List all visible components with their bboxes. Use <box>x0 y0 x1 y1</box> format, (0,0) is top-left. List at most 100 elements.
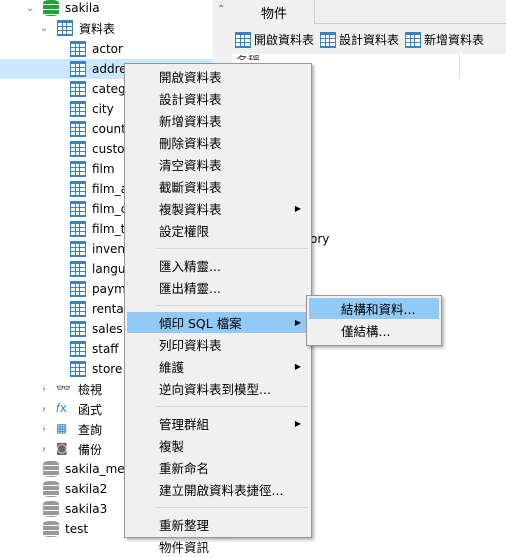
table-icon <box>70 361 86 377</box>
table-icon <box>70 41 86 57</box>
tree-item-label: 檢視 <box>78 382 103 397</box>
menu-separator <box>156 406 308 407</box>
menu-item[interactable]: 刪除資料表 <box>127 132 309 153</box>
menu-separator <box>156 507 308 508</box>
tree-item-label: sakila3 <box>65 502 108 516</box>
collapse-icon[interactable]: ⌃ <box>217 4 225 15</box>
table-icon <box>235 31 251 48</box>
submenu-arrow-icon: ▶ <box>294 318 301 327</box>
chevron-icon[interactable]: › <box>39 384 49 395</box>
table-icon <box>70 201 86 217</box>
menu-item-label: 重新命名 <box>159 461 210 476</box>
backup-icon: ◙ <box>56 441 68 455</box>
menu-item-label: 複製資料表 <box>159 202 222 217</box>
tree-item-label: sales <box>92 322 123 336</box>
menu-item[interactable]: 管理群組 ▶ <box>127 413 309 434</box>
open-table-button[interactable]: 開啟資料表 <box>235 31 314 48</box>
toolbar-label: 開啟資料表 <box>254 33 315 47</box>
table-icon <box>70 141 86 157</box>
submenu-item[interactable]: 結構和資料... <box>309 298 439 319</box>
new-table-button[interactable]: 新增資料表 <box>405 31 484 48</box>
tree-item-table[interactable]: actor <box>0 39 213 59</box>
menu-item-label: 設定權限 <box>159 224 210 239</box>
table-icon <box>70 301 86 317</box>
column-divider[interactable] <box>459 54 460 78</box>
menu-item-label: 維護 <box>159 360 185 375</box>
tree-item-label: sakila <box>65 1 100 15</box>
menu-item-label: 清空資料表 <box>159 158 222 173</box>
toolbar-label: 設計資料表 <box>339 33 400 47</box>
database-icon <box>43 0 59 16</box>
menu-separator <box>156 248 308 249</box>
toolbar: 開啟資料表 設計資料表 新增資料表 <box>235 31 484 48</box>
menu-item-label: 列印資料表 <box>159 338 222 353</box>
menu-item[interactable]: 重新命名 <box>127 457 309 478</box>
chevron-icon[interactable]: › <box>39 424 49 435</box>
menu-item[interactable]: 物件資訊 <box>127 536 309 557</box>
object-name[interactable]: ory <box>310 232 329 246</box>
menu-item-label: 傾印 SQL 檔案 <box>159 316 242 331</box>
menu-item[interactable]: 維護 ▶ <box>127 356 309 377</box>
menu-item[interactable]: 逆向資料表到模型... <box>127 378 309 399</box>
menu-item[interactable]: 開啟資料表 <box>127 66 309 87</box>
table-icon <box>70 61 86 77</box>
menu-item-label: 逆向資料表到模型... <box>159 382 271 397</box>
menu-item[interactable]: 複製 <box>127 435 309 456</box>
table-icon <box>70 321 86 337</box>
tree-item-label: film <box>92 162 115 176</box>
table-icon <box>405 31 422 48</box>
table-icon <box>70 81 86 97</box>
chevron-icon[interactable]: › <box>39 444 49 455</box>
tree-item-label: 備份 <box>78 442 103 457</box>
chevron-icon[interactable]: ⌄ <box>25 3 35 14</box>
chevron-icon[interactable]: ⌄ <box>39 23 49 34</box>
menu-item[interactable]: 複製資料表 ▶ <box>127 198 309 219</box>
table-icon <box>70 261 86 277</box>
toolbar-label: 新增資料表 <box>424 33 485 47</box>
submenu-item[interactable]: 僅結構... <box>309 320 439 341</box>
submenu-arrow-icon: ▶ <box>294 419 301 428</box>
database-icon <box>43 501 59 517</box>
chevron-icon[interactable]: › <box>39 404 49 415</box>
menu-item-label: 重新整理 <box>159 518 210 533</box>
tree-item-label: city <box>92 102 114 116</box>
submenu-arrow-icon: ▶ <box>294 362 301 371</box>
menu-item[interactable]: 匯出精靈... <box>127 277 309 298</box>
tree-item-label: rental <box>92 302 128 316</box>
database-icon <box>43 481 59 497</box>
menu-item[interactable]: 重新整理 <box>127 514 309 535</box>
menu-item[interactable]: 建立開啟資料表捷徑... <box>127 479 309 500</box>
menu-item[interactable]: 新增資料表 <box>127 110 309 131</box>
menu-item-label: 截斷資料表 <box>159 180 222 195</box>
tree-item-sakila[interactable]: ⌄ sakila <box>0 0 213 18</box>
table-icon <box>70 101 86 117</box>
table-icon <box>320 31 337 48</box>
menu-item[interactable]: 傾印 SQL 檔案 ▶ <box>127 312 309 333</box>
tree-item-label: 查詢 <box>78 422 103 437</box>
column-header-name[interactable]: 名稱 <box>236 52 260 60</box>
tree-item-label: actor <box>92 42 123 56</box>
submenu-arrow-icon: ▶ <box>294 204 301 213</box>
query-icon: ▦ <box>56 421 68 435</box>
dump-sql-submenu: 結構和資料... 僅結構... <box>306 295 442 346</box>
menu-item[interactable]: 設計資料表 <box>127 88 309 109</box>
design-table-button[interactable]: 設計資料表 <box>320 31 399 48</box>
menu-item[interactable]: 設定權限 <box>127 220 309 241</box>
tab-objects[interactable]: 物件 <box>234 0 315 24</box>
tree-item-tables[interactable]: ⌄ 資料表 <box>0 18 213 38</box>
menu-separator <box>156 305 308 306</box>
menu-item[interactable]: 匯入精靈... <box>127 255 309 276</box>
view-icon: 👓 <box>56 381 71 395</box>
table-icon <box>70 161 86 177</box>
tree-item-label: staff <box>92 342 119 356</box>
menu-item[interactable]: 清空資料表 <box>127 154 309 175</box>
tab-divider <box>315 23 506 24</box>
table-icon <box>70 341 86 357</box>
function-icon: 𝑓x <box>56 401 67 415</box>
menu-item-label: 匯入精靈... <box>159 259 221 274</box>
table-folder-icon <box>57 20 73 36</box>
menu-item[interactable]: 截斷資料表 <box>127 176 309 197</box>
database-icon <box>43 461 59 477</box>
menu-item[interactable]: 列印資料表 <box>127 334 309 355</box>
table-icon <box>70 181 86 197</box>
